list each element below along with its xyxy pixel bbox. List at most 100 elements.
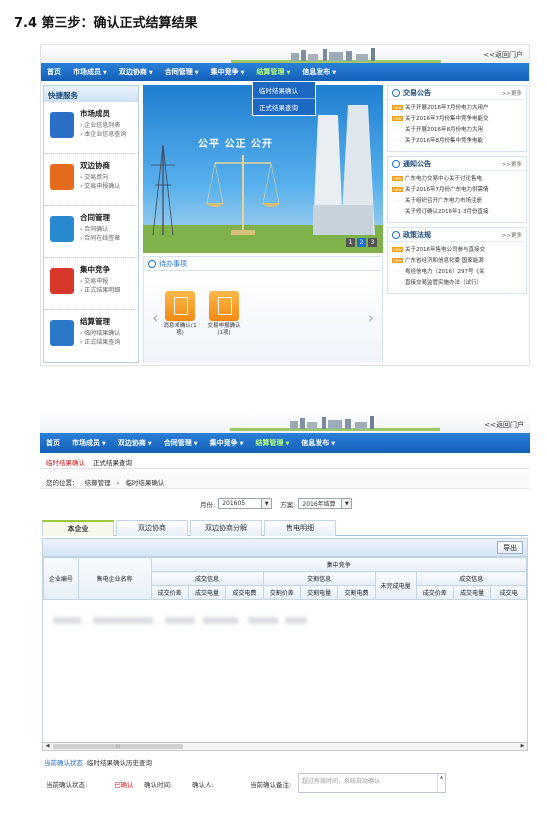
col-delivery-fee[interactable]: 交割电费 [337, 585, 376, 600]
return-portal-link[interactable]: <<返回门户 [483, 50, 523, 60]
col-company-name[interactable]: 售电企业名称 [77, 557, 152, 600]
col-unfinished[interactable]: 未完成电量 [374, 571, 417, 600]
return-portal-link[interactable]: <<返回门户 [484, 420, 524, 430]
scroll-thumb[interactable]: III [53, 744, 183, 749]
tab-bilateral[interactable]: 双边协商 [116, 520, 188, 536]
nav-home[interactable]: 首页 [47, 67, 61, 77]
announcement-icon [392, 88, 400, 97]
new-badge-icon: new [392, 176, 403, 181]
tab-retail-detail[interactable]: 售电明细 [264, 520, 336, 536]
subnav-temp-confirm[interactable]: 临时结果确认 [46, 457, 85, 467]
new-badge-icon: new [392, 187, 403, 192]
horizontal-scrollbar[interactable]: ◀ III ▶ [42, 742, 528, 751]
more-link[interactable]: >>更多 [502, 231, 522, 239]
nav-settlement[interactable]: 结算管理 ▼ [255, 438, 289, 448]
bullet-icon: · [396, 280, 399, 286]
news-item[interactable]: · 关于2016年8月份集中竞争电能 [392, 136, 522, 147]
news-item[interactable]: new 关于2016年售电公司参与直接交 [392, 245, 522, 256]
news-item[interactable]: new 关于开展2016年7月份电力大用户 [392, 103, 522, 114]
news-item[interactable]: new 关于2016年7月份集中竞争电能交 [392, 114, 522, 125]
col-company-id[interactable]: 企业编号 [43, 557, 79, 600]
todo-card-unconfirmed-msg[interactable]: 消息未确认(1项) [162, 291, 198, 337]
more-link[interactable]: >>更多 [502, 89, 522, 97]
col-group-deal: 成交信息 [150, 571, 264, 586]
quick-service-item[interactable]: 市场成员 › 企业信息列表 › 本企业信息查询 [44, 102, 138, 154]
nav-competition[interactable]: 集中竞争 ▼ [211, 67, 245, 77]
remark-textarea[interactable]: 超过有效时间，系统自动确认 ▲ [298, 773, 446, 793]
news-item[interactable]: · 关于修订确认2016年1-3月份直接 [392, 207, 522, 218]
nav-market-members[interactable]: 市场成员 ▼ [72, 438, 106, 448]
col-deal-volume[interactable]: 成交电量 [187, 585, 227, 600]
scroll-up-icon[interactable]: ▲ [437, 774, 445, 792]
quick-service-item[interactable]: 合同管理 › 合同确认 › 合同在线签章 [44, 206, 138, 258]
month-select[interactable]: 201605 ▼ [218, 498, 273, 509]
tab-current-status[interactable]: 当前确认状态 [44, 757, 83, 767]
news-item[interactable]: · 直接交易监管实施办法（试行） [392, 278, 522, 289]
quick-service-item[interactable]: 结算管理 › 临时结果确认 › 正式结果查询 [44, 310, 138, 362]
nav-competition[interactable]: 集中竞争 ▼ [210, 438, 244, 448]
menu-item-formal-query[interactable]: 正式结果查询 [253, 99, 315, 115]
policy-icon [392, 230, 400, 239]
nav-bilateral[interactable]: 双边协商 ▼ [119, 67, 153, 77]
bullet-icon: · [396, 269, 399, 275]
pager-dot[interactable]: 3 [368, 238, 377, 247]
document-icon [165, 291, 195, 321]
result-tabs: 本企业 双边协商 双边协商分解 售电明细 [42, 520, 528, 536]
news-item[interactable]: new 广东电力交易中心关于讨论售电 [392, 174, 522, 185]
news-item[interactable]: · 关于组织召开广东电力市场注册 [392, 196, 522, 207]
scroll-left-icon[interactable]: ◀ [43, 743, 52, 750]
export-button[interactable]: 导出 [497, 541, 523, 554]
nav-home[interactable]: 首页 [46, 438, 60, 448]
pager-dot[interactable]: 1 [346, 238, 355, 247]
col-deal-spread[interactable]: 成交价差 [150, 585, 189, 600]
news-column: 交易公告 >>更多 new 关于开展2016年7月份电力大用户 new 关于2016年… [387, 85, 527, 298]
col-delivery-spread[interactable]: 交割价差 [262, 585, 302, 600]
chevron-down-icon: ▼ [194, 70, 199, 76]
quick-service-item[interactable]: 集中竞争 › 交易申报 › 正式结果明细 [44, 258, 138, 310]
nav-bilateral[interactable]: 双边协商 ▼ [118, 438, 152, 448]
quick-service-item[interactable]: 双边协商 › 交易意向 › 交易申报确认 [44, 154, 138, 206]
tab-bilateral-split[interactable]: 双边协商分解 [190, 520, 262, 536]
subnav-formal-query[interactable]: 正式结果查询 [93, 457, 132, 467]
clock-icon [148, 259, 156, 268]
news-item[interactable]: · 关于开展2016年8月份电力大用 [392, 125, 522, 136]
col-group-deal-2: 成交信息 [415, 571, 527, 586]
news-item[interactable]: new 关于2016年7月份广东电力供需情 [392, 185, 522, 196]
news-item[interactable]: new 广东省经济和信息化委 国家能源 [392, 256, 522, 267]
col-deal2-volume[interactable]: 成交电量 [452, 585, 492, 600]
col-group-competition: 集中竞争 [150, 557, 527, 572]
nav-info-publish[interactable]: 信息发布 ▼ [301, 438, 335, 448]
news-box-policy: 政策法规 >>更多 new 关于2016年售电公司参与直接交 new 广东省经济和信息… [387, 227, 527, 294]
document-icon [209, 291, 239, 321]
news-item[interactable]: · 粤经信电力〔2016〕297号《关 [392, 267, 522, 278]
banner-pager: 1 2 3 [344, 238, 377, 247]
chevron-left-icon[interactable]: ‹ [152, 308, 158, 327]
scheme-select[interactable]: 2016年结算 ▼ [298, 498, 353, 509]
chevron-right-icon[interactable]: › [368, 308, 374, 327]
tab-own-company[interactable]: 本企业 [42, 520, 114, 536]
menu-item-temp-confirm[interactable]: 临时结果确认 [253, 82, 315, 99]
filter-bar: 月份: 201605 ▼ 方案: 2016年结算 ▼ [200, 498, 360, 509]
todo-card-trade-confirm[interactable]: 交易申报确认(1项) [206, 291, 242, 337]
col-deal2-spread[interactable]: 成交价差 [415, 585, 454, 600]
document-section-title: 7.4 第三步：确认正式结算结果 [14, 16, 198, 31]
col-delivery-volume[interactable]: 交割电量 [299, 585, 339, 600]
confirm-person-label: 确认人: [192, 781, 214, 789]
nav-market-members[interactable]: 市场成员 ▼ [73, 67, 107, 77]
col-deal-fee[interactable]: 成交电费 [225, 585, 264, 600]
more-link[interactable]: >>更多 [502, 160, 522, 168]
table-row[interactable] [53, 617, 308, 625]
nav-info-publish[interactable]: 信息发布 ▼ [302, 67, 336, 77]
nav-settlement[interactable]: 结算管理 ▼ [256, 67, 290, 77]
todo-body: ‹ 消息未确认(1项) 交易申报确认(1项) › [144, 273, 382, 363]
todo-panel: 待办事项 ‹ 消息未确认(1项) 交易申报确认(1项) › [143, 256, 383, 363]
pager-dot[interactable]: 2 [357, 238, 366, 247]
nav-contracts[interactable]: 合同管理 ▼ [164, 438, 198, 448]
scroll-right-icon[interactable]: ▶ [518, 743, 527, 750]
bullet-icon: · [396, 198, 399, 204]
breadcrumb-settlement[interactable]: 结算管理 [85, 479, 111, 487]
main-nav: 首页 市场成员 ▼ 双边协商 ▼ 合同管理 ▼ 集中竞争 ▼ 结算管理 ▼ 信息发布 ▼ [41, 63, 529, 81]
nav-contracts[interactable]: 合同管理 ▼ [165, 67, 199, 77]
col-deal2-fee[interactable]: 成交电 [490, 585, 527, 600]
tab-confirm-history[interactable]: 临时结果确认历史查询 [87, 757, 152, 767]
